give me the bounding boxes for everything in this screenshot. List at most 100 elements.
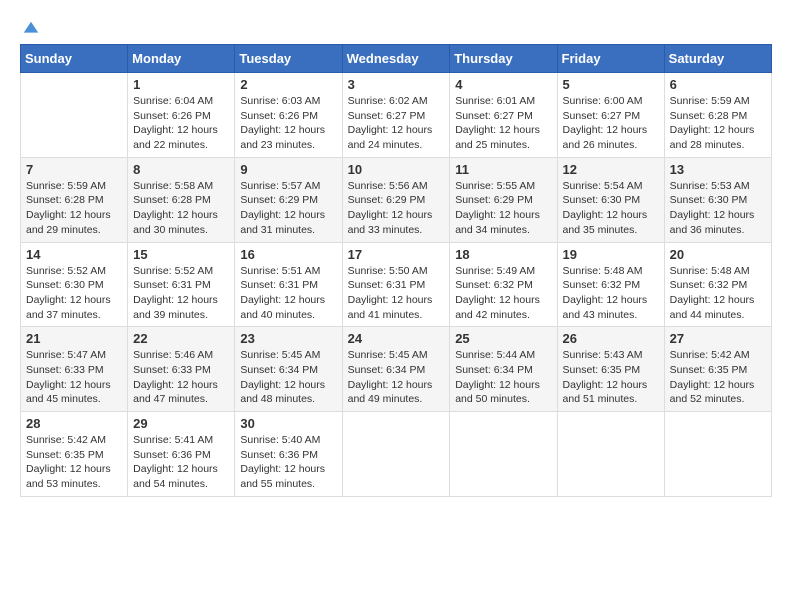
day-number: 27 xyxy=(670,331,766,346)
day-info: Sunrise: 5:56 AM Sunset: 6:29 PM Dayligh… xyxy=(348,179,445,238)
calendar-cell: 13Sunrise: 5:53 AM Sunset: 6:30 PM Dayli… xyxy=(664,157,771,242)
calendar-cell: 5 Sunrise: 6:00 AM Sunset: 6:27 PM Daylig… xyxy=(557,73,664,158)
day-info: Sunrise: 5:57 AM Sunset: 6:29 PM Dayligh… xyxy=(240,179,336,238)
day-info: Sunrise: 5:52 AM Sunset: 6:30 PM Dayligh… xyxy=(26,264,122,323)
day-number: 15 xyxy=(133,247,229,262)
day-number: 10 xyxy=(348,162,445,177)
calendar-cell: 15 Sunrise: 5:52 AM Sunset: 6:31 PM Dayli… xyxy=(128,242,235,327)
calendar-cell: 19 Sunrise: 5:48 AM Sunset: 6:32 PM Dayli… xyxy=(557,242,664,327)
day-info: Sunrise: 5:55 AM Sunset: 6:29 PM Dayligh… xyxy=(455,179,551,238)
day-number: 28 xyxy=(26,416,122,431)
day-info: Sunrise: 5:42 AM Sunset: 6:35 PM Dayligh… xyxy=(26,433,122,492)
day-of-week-header: Monday xyxy=(128,45,235,73)
calendar-cell: 20 Sunrise: 5:48 AM Sunset: 6:32 PM Dayli… xyxy=(664,242,771,327)
calendar-cell: 22 Sunrise: 5:46 AM Sunset: 6:33 PM Dayli… xyxy=(128,327,235,412)
calendar-cell: 24Sunrise: 5:45 AM Sunset: 6:34 PM Dayli… xyxy=(342,327,450,412)
calendar-cell: 4 Sunrise: 6:01 AM Sunset: 6:27 PM Daylig… xyxy=(450,73,557,158)
day-of-week-header: Saturday xyxy=(664,45,771,73)
calendar-cell xyxy=(557,412,664,497)
day-number: 29 xyxy=(133,416,229,431)
day-number: 7 xyxy=(26,162,122,177)
day-number: 13 xyxy=(670,162,766,177)
day-info: Sunrise: 5:48 AM Sunset: 6:32 PM Dayligh… xyxy=(563,264,659,323)
day-info: Sunrise: 5:45 AM Sunset: 6:34 PM Dayligh… xyxy=(240,348,336,407)
day-of-week-header: Tuesday xyxy=(235,45,342,73)
day-number: 20 xyxy=(670,247,766,262)
day-number: 2 xyxy=(240,77,336,92)
day-info: Sunrise: 5:51 AM Sunset: 6:31 PM Dayligh… xyxy=(240,264,336,323)
calendar-cell: 6 Sunrise: 5:59 AM Sunset: 6:28 PM Daylig… xyxy=(664,73,771,158)
day-info: Sunrise: 5:40 AM Sunset: 6:36 PM Dayligh… xyxy=(240,433,336,492)
day-number: 18 xyxy=(455,247,551,262)
calendar-cell: 27Sunrise: 5:42 AM Sunset: 6:35 PM Dayli… xyxy=(664,327,771,412)
calendar-cell xyxy=(450,412,557,497)
calendar-cell: 14 Sunrise: 5:52 AM Sunset: 6:30 PM Dayli… xyxy=(21,242,128,327)
calendar-cell: 7 Sunrise: 5:59 AM Sunset: 6:28 PM Daylig… xyxy=(21,157,128,242)
day-number: 19 xyxy=(563,247,659,262)
day-info: Sunrise: 5:48 AM Sunset: 6:32 PM Dayligh… xyxy=(670,264,766,323)
calendar-cell: 30 Sunrise: 5:40 AM Sunset: 6:36 PM Dayli… xyxy=(235,412,342,497)
day-info: Sunrise: 5:52 AM Sunset: 6:31 PM Dayligh… xyxy=(133,264,229,323)
day-info: Sunrise: 6:04 AM Sunset: 6:26 PM Dayligh… xyxy=(133,94,229,153)
day-info: Sunrise: 5:59 AM Sunset: 6:28 PM Dayligh… xyxy=(26,179,122,238)
day-number: 8 xyxy=(133,162,229,177)
day-number: 24 xyxy=(348,331,445,346)
day-number: 9 xyxy=(240,162,336,177)
calendar-header-row: SundayMondayTuesdayWednesdayThursdayFrid… xyxy=(21,45,772,73)
calendar-cell: 16 Sunrise: 5:51 AM Sunset: 6:31 PM Dayli… xyxy=(235,242,342,327)
page-header xyxy=(20,20,772,34)
day-info: Sunrise: 5:50 AM Sunset: 6:31 PM Dayligh… xyxy=(348,264,445,323)
day-info: Sunrise: 6:03 AM Sunset: 6:26 PM Dayligh… xyxy=(240,94,336,153)
day-info: Sunrise: 5:41 AM Sunset: 6:36 PM Dayligh… xyxy=(133,433,229,492)
calendar-table: SundayMondayTuesdayWednesdayThursdayFrid… xyxy=(20,44,772,497)
calendar-cell: 8Sunrise: 5:58 AM Sunset: 6:28 PM Daylig… xyxy=(128,157,235,242)
day-number: 21 xyxy=(26,331,122,346)
calendar-cell: 2 Sunrise: 6:03 AM Sunset: 6:26 PM Daylig… xyxy=(235,73,342,158)
day-info: Sunrise: 5:43 AM Sunset: 6:35 PM Dayligh… xyxy=(563,348,659,407)
day-info: Sunrise: 6:02 AM Sunset: 6:27 PM Dayligh… xyxy=(348,94,445,153)
day-of-week-header: Sunday xyxy=(21,45,128,73)
calendar-week-row: 1Sunrise: 6:04 AM Sunset: 6:26 PM Daylig… xyxy=(21,73,772,158)
calendar-week-row: 21Sunrise: 5:47 AM Sunset: 6:33 PM Dayli… xyxy=(21,327,772,412)
calendar-week-row: 14 Sunrise: 5:52 AM Sunset: 6:30 PM Dayli… xyxy=(21,242,772,327)
day-number: 6 xyxy=(670,77,766,92)
day-number: 26 xyxy=(563,331,659,346)
calendar-cell: 3 Sunrise: 6:02 AM Sunset: 6:27 PM Daylig… xyxy=(342,73,450,158)
calendar-cell: 17 Sunrise: 5:50 AM Sunset: 6:31 PM Dayli… xyxy=(342,242,450,327)
day-info: Sunrise: 5:46 AM Sunset: 6:33 PM Dayligh… xyxy=(133,348,229,407)
day-of-week-header: Thursday xyxy=(450,45,557,73)
day-number: 17 xyxy=(348,247,445,262)
calendar-cell: 26 Sunrise: 5:43 AM Sunset: 6:35 PM Dayli… xyxy=(557,327,664,412)
calendar-cell: 10 Sunrise: 5:56 AM Sunset: 6:29 PM Dayli… xyxy=(342,157,450,242)
day-number: 3 xyxy=(348,77,445,92)
day-info: Sunrise: 6:00 AM Sunset: 6:27 PM Dayligh… xyxy=(563,94,659,153)
day-number: 30 xyxy=(240,416,336,431)
day-number: 14 xyxy=(26,247,122,262)
day-info: Sunrise: 5:44 AM Sunset: 6:34 PM Dayligh… xyxy=(455,348,551,407)
day-number: 11 xyxy=(455,162,551,177)
calendar-week-row: 7 Sunrise: 5:59 AM Sunset: 6:28 PM Daylig… xyxy=(21,157,772,242)
day-number: 16 xyxy=(240,247,336,262)
day-of-week-header: Wednesday xyxy=(342,45,450,73)
day-number: 22 xyxy=(133,331,229,346)
day-info: Sunrise: 5:54 AM Sunset: 6:30 PM Dayligh… xyxy=(563,179,659,238)
calendar-cell: 25 Sunrise: 5:44 AM Sunset: 6:34 PM Dayli… xyxy=(450,327,557,412)
day-of-week-header: Friday xyxy=(557,45,664,73)
calendar-cell xyxy=(342,412,450,497)
day-number: 25 xyxy=(455,331,551,346)
calendar-cell: 18Sunrise: 5:49 AM Sunset: 6:32 PM Dayli… xyxy=(450,242,557,327)
calendar-week-row: 28 Sunrise: 5:42 AM Sunset: 6:35 PM Dayli… xyxy=(21,412,772,497)
day-info: Sunrise: 5:59 AM Sunset: 6:28 PM Dayligh… xyxy=(670,94,766,153)
day-number: 12 xyxy=(563,162,659,177)
day-number: 5 xyxy=(563,77,659,92)
calendar-cell: 28 Sunrise: 5:42 AM Sunset: 6:35 PM Dayli… xyxy=(21,412,128,497)
logo-icon xyxy=(22,20,40,38)
calendar-cell: 29 Sunrise: 5:41 AM Sunset: 6:36 PM Dayli… xyxy=(128,412,235,497)
logo xyxy=(20,20,40,34)
calendar-cell: 21Sunrise: 5:47 AM Sunset: 6:33 PM Dayli… xyxy=(21,327,128,412)
calendar-cell: 11 Sunrise: 5:55 AM Sunset: 6:29 PM Dayli… xyxy=(450,157,557,242)
calendar-cell: 1Sunrise: 6:04 AM Sunset: 6:26 PM Daylig… xyxy=(128,73,235,158)
calendar-cell: 23Sunrise: 5:45 AM Sunset: 6:34 PM Dayli… xyxy=(235,327,342,412)
day-info: Sunrise: 6:01 AM Sunset: 6:27 PM Dayligh… xyxy=(455,94,551,153)
day-number: 4 xyxy=(455,77,551,92)
